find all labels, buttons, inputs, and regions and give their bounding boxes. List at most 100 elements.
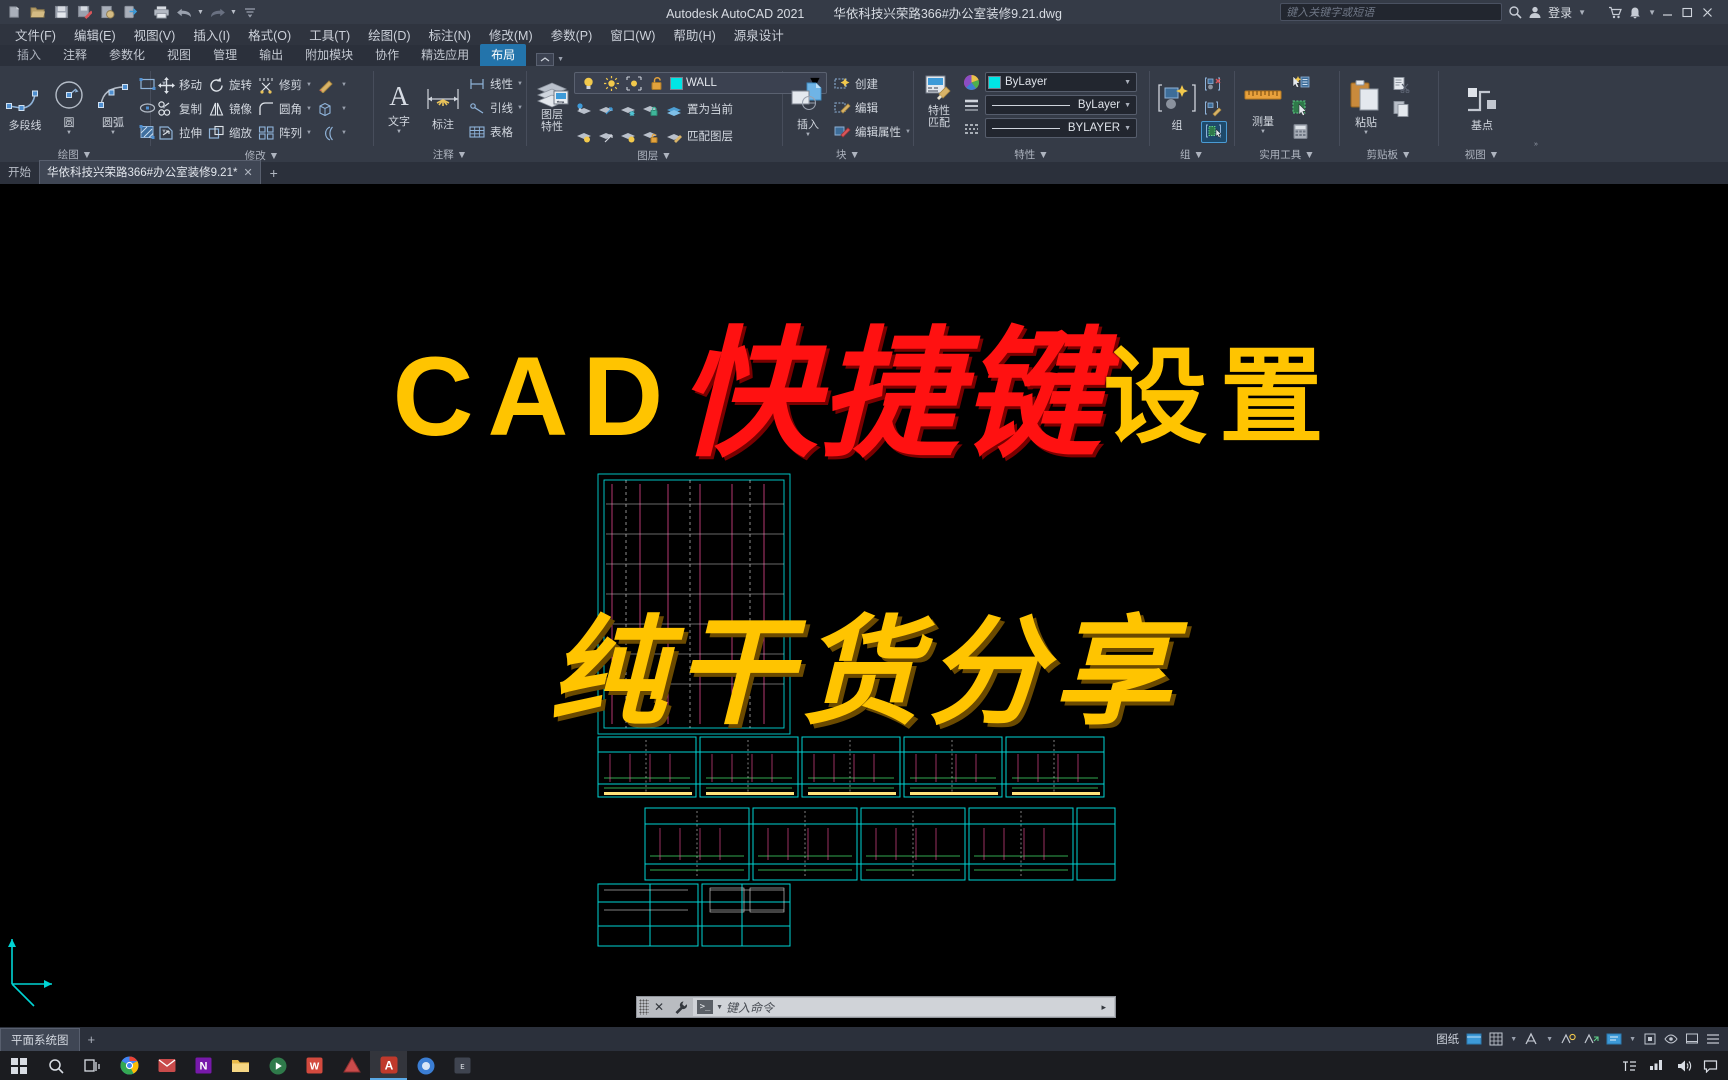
color-wheel-icon[interactable] <box>961 72 981 92</box>
isolate-objects-icon[interactable] <box>1664 1032 1678 1046</box>
panel-modify-expand-icon[interactable]: ▼ <box>269 150 279 162</box>
input-method-icon[interactable] <box>1622 1059 1638 1073</box>
maximize-button[interactable] <box>1682 7 1693 18</box>
ribbon-minimize-dropdown-icon[interactable]: ▼ <box>557 56 564 63</box>
insert-dropdown-icon[interactable]: ▼ <box>805 132 811 138</box>
tab-output[interactable]: 输出 <box>248 44 294 66</box>
ungroup-button[interactable] <box>1201 73 1227 97</box>
leader-button[interactable]: 引线 ▼ <box>465 96 525 120</box>
start-tab[interactable]: 开始 <box>0 161 39 184</box>
layer-isolate-icon[interactable] <box>574 99 594 119</box>
offset-button[interactable] <box>314 121 338 145</box>
tab-collaborate[interactable]: 协作 <box>364 44 410 66</box>
menu-edit[interactable]: 编辑(E) <box>65 23 125 46</box>
menu-draw[interactable]: 绘图(D) <box>359 23 419 46</box>
layer-color-swatch[interactable] <box>670 76 683 90</box>
rotate-button[interactable]: 旋转 <box>204 73 254 97</box>
drawing-canvas[interactable]: CAD快捷键设置 纯干货分享 命令: 指定对角点或 [栏选(F)/圈围(WP)/… <box>0 184 1728 1027</box>
copy-button[interactable]: 复制 <box>154 97 204 121</box>
layer-thaw-icon[interactable] <box>618 126 638 146</box>
calculator-button[interactable] <box>1288 120 1312 144</box>
panel-clipboard-expand-icon[interactable]: ▼ <box>1401 149 1411 161</box>
notification-dropdown-icon[interactable]: ▼ <box>1648 8 1656 17</box>
tab-manage[interactable]: 管理 <box>202 44 248 66</box>
layer-unisolate-icon[interactable] <box>596 126 616 146</box>
lineweight-icon[interactable] <box>961 95 981 115</box>
linetype-combo[interactable]: BYLAYER ▼ <box>985 118 1137 138</box>
lineweight-dropdown-icon[interactable]: ▼ <box>1124 102 1134 109</box>
dimension-button[interactable]: 标注 <box>421 82 465 133</box>
ribbon-minimize-icon[interactable] <box>536 53 555 66</box>
menu-dimension[interactable]: 标注(N) <box>420 23 480 46</box>
menu-tools[interactable]: 工具(T) <box>300 23 359 46</box>
layer-unlock-icon[interactable] <box>640 126 660 146</box>
command-settings-icon[interactable] <box>669 1000 693 1014</box>
cut-button[interactable] <box>1389 73 1413 97</box>
command-expand-icon[interactable]: ▸ <box>1101 1002 1110 1013</box>
measure-button[interactable]: 测量 ▼ <box>1238 79 1288 136</box>
auto-scale-icon[interactable] <box>1583 1032 1599 1046</box>
plot-preview-icon[interactable] <box>96 2 118 22</box>
group-selection-button[interactable] <box>1201 120 1227 143</box>
hardware-accel-icon[interactable] <box>1643 1032 1657 1046</box>
folder-icon[interactable] <box>222 1051 259 1080</box>
layer-freeze-icon[interactable] <box>618 99 638 119</box>
minimize-button[interactable] <box>1662 7 1673 18</box>
command-prompt-dropdown-icon[interactable]: ▼ <box>716 1004 723 1011</box>
modify-more-1[interactable]: ▼ <box>338 73 349 97</box>
panel-properties-expand-icon[interactable]: ▼ <box>1038 149 1048 161</box>
edit-attribute-dropdown-icon[interactable]: ▼ <box>905 129 911 135</box>
tab-featured-apps[interactable]: 精选应用 <box>410 44 480 66</box>
text-button[interactable]: A 文字 ▼ <box>377 79 421 136</box>
layout-tab[interactable]: 平面系统图 <box>0 1027 80 1051</box>
annotation-scale-dropdown-icon[interactable]: ▼ <box>1546 1036 1553 1043</box>
layer-properties-button[interactable]: 图层 特性 <box>530 70 574 134</box>
menu-view[interactable]: 视图(V) <box>125 23 185 46</box>
ribbon-overflow-icon[interactable]: » <box>1534 141 1538 148</box>
panel-annotation-expand-icon[interactable]: ▼ <box>457 149 467 161</box>
panel-block-expand-icon[interactable]: ▼ <box>850 149 860 161</box>
copy-clipboard-button[interactable] <box>1389 97 1413 121</box>
paste-dropdown-icon[interactable]: ▼ <box>1363 130 1369 136</box>
arc-dropdown-icon[interactable]: ▼ <box>110 130 116 136</box>
command-drag-handle[interactable] <box>639 999 649 1015</box>
wps-icon[interactable]: W <box>296 1051 333 1080</box>
new-file-icon[interactable] <box>4 2 26 22</box>
model-space-icon[interactable] <box>1466 1032 1482 1046</box>
fillet-dropdown-icon[interactable]: ▼ <box>306 106 312 112</box>
leader-dropdown-icon[interactable]: ▼ <box>517 105 523 111</box>
polyline-button[interactable]: 多段线 <box>3 81 47 134</box>
lineweight-combo[interactable]: ByLayer ▼ <box>985 95 1137 115</box>
save-icon[interactable] <box>50 2 72 22</box>
table-button[interactable]: 表格 <box>465 120 525 144</box>
circle-dropdown-icon[interactable]: ▼ <box>66 130 72 136</box>
grid-icon[interactable] <box>1489 1032 1503 1046</box>
customize-icon[interactable] <box>1706 1032 1720 1046</box>
sun-icon[interactable] <box>601 73 621 93</box>
sketchup-icon[interactable] <box>333 1051 370 1080</box>
tab-parametric[interactable]: 参数化 <box>98 44 156 66</box>
linear-dropdown-icon[interactable]: ▼ <box>517 81 523 87</box>
new-tab-button[interactable]: + <box>261 165 287 184</box>
object-color-combo[interactable]: ByLayer ▼ <box>985 72 1137 92</box>
text-dropdown-icon[interactable]: ▼ <box>396 129 402 135</box>
create-block-button[interactable]: 创建 <box>830 72 913 96</box>
chevron-down-icon[interactable]: ▼ <box>341 106 347 112</box>
help-search-input[interactable]: 键入关键字或短语 <box>1280 3 1503 21</box>
start-button[interactable] <box>0 1051 37 1080</box>
annotation-scale-icon[interactable] <box>1524 1032 1539 1046</box>
save-as-icon[interactable] <box>73 2 95 22</box>
chrome-icon[interactable] <box>111 1051 148 1080</box>
autocad-icon[interactable]: A <box>370 1051 407 1080</box>
workspace-switch-icon[interactable] <box>1606 1032 1622 1046</box>
group-edit-button[interactable] <box>1201 97 1227 121</box>
linetype-dropdown-icon[interactable]: ▼ <box>1124 125 1134 132</box>
task-view-icon[interactable] <box>74 1051 111 1080</box>
layer-on-icon[interactable] <box>574 126 594 146</box>
match-properties-button[interactable]: 特性 匹配 <box>917 71 961 130</box>
base-point-button[interactable]: 基点 <box>1459 81 1505 134</box>
login-dropdown-icon[interactable]: ▼ <box>1578 8 1586 17</box>
array-dropdown-icon[interactable]: ▼ <box>306 130 312 136</box>
panel-layer-expand-icon[interactable]: ▼ <box>661 150 671 162</box>
lightbulb-on-icon[interactable] <box>578 73 598 93</box>
